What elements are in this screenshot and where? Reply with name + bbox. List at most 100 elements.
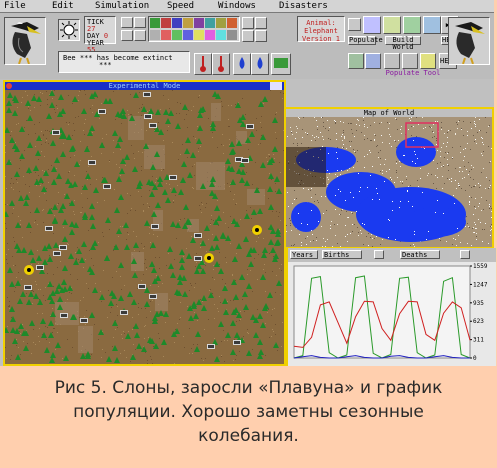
populate-button[interactable]: Populate (348, 36, 383, 45)
graph-window: Years Births Deaths 1559 1247 935 623 311 0 (286, 248, 496, 366)
soil-speck (7, 297, 8, 298)
map-speck (448, 152, 449, 153)
grid-tool-button[interactable] (384, 53, 400, 69)
film-tool-button[interactable] (402, 53, 418, 69)
soil-speck (210, 289, 211, 290)
temperature-up-button[interactable] (212, 53, 230, 75)
h2o-tool-button[interactable] (365, 53, 381, 69)
step-forward-button[interactable] (134, 17, 146, 28)
water-down-button[interactable] (233, 53, 251, 75)
elephant-icon (194, 256, 202, 261)
map-dot (428, 231, 429, 232)
light-tool-icon[interactable] (194, 30, 204, 40)
animal-select-button[interactable] (348, 18, 361, 31)
grass-tool-icon[interactable] (216, 18, 226, 28)
rain-tool-icon[interactable] (183, 30, 193, 40)
soil-speck (158, 333, 159, 334)
water-tool-icon[interactable] (172, 18, 182, 28)
tree-tool-icon[interactable] (150, 18, 160, 28)
erase-tool-icon[interactable] (227, 30, 237, 40)
rock-tool-icon[interactable] (205, 18, 215, 28)
soil-speck (157, 236, 158, 237)
terrain-button[interactable] (271, 53, 291, 75)
map-speck (307, 236, 308, 237)
world-map[interactable] (286, 117, 492, 247)
map-speck (351, 123, 352, 124)
map-speck (478, 219, 479, 220)
build-world-button[interactable]: Build World (385, 36, 421, 51)
info-button[interactable] (383, 16, 401, 34)
soil-speck (52, 98, 53, 99)
soil-speck (112, 277, 113, 278)
soil-speck (57, 332, 58, 333)
step-up-button[interactable] (121, 30, 133, 41)
menu-simulation[interactable]: Simulation (95, 0, 149, 12)
map-speck (375, 135, 376, 136)
soil-speck (18, 216, 19, 217)
temperature-down-button[interactable] (194, 53, 212, 75)
step-back-button[interactable] (121, 17, 133, 28)
soil-speck (179, 113, 180, 114)
feed-tool-icon[interactable] (172, 30, 182, 40)
animal-tool-icon[interactable] (161, 18, 171, 28)
soil-speck (170, 188, 171, 189)
select-tool-icon[interactable] (150, 30, 160, 40)
soil-speck (133, 231, 134, 232)
soil-speck (80, 160, 81, 161)
map-speck (471, 245, 472, 246)
graph-tab-deaths[interactable]: Deaths (400, 250, 440, 259)
tool-scroll-button[interactable] (242, 17, 254, 29)
soil-speck (49, 255, 50, 256)
menu-speed[interactable]: Speed (167, 0, 194, 12)
clone-tool-icon[interactable] (216, 30, 226, 40)
tool-scroll-button-3[interactable] (242, 30, 254, 42)
soil-speck (7, 326, 8, 327)
menu-disasters[interactable]: Disasters (279, 0, 328, 12)
globe-button[interactable] (423, 16, 441, 34)
terrain-view[interactable] (5, 90, 284, 364)
menu-windows[interactable]: Windows (218, 0, 256, 12)
world-button[interactable] (403, 16, 421, 34)
map-speck (396, 172, 397, 173)
message-line-2: *** (99, 61, 112, 69)
radiation-tool-button[interactable] (420, 53, 436, 69)
soil-speck (147, 111, 148, 112)
menu-file[interactable]: File (4, 0, 26, 12)
plant-tool-icon[interactable] (194, 18, 204, 28)
fire-tool-icon[interactable] (227, 18, 237, 28)
dna-button[interactable] (363, 16, 381, 34)
map-speck (370, 152, 371, 153)
deaths-dropdown[interactable] (460, 250, 470, 259)
kill-tool-icon[interactable] (161, 30, 171, 40)
graph-tab-births[interactable]: Births (322, 250, 362, 259)
map-speck (471, 169, 472, 170)
map-title: Map of World (363, 109, 415, 117)
soil-speck (205, 207, 206, 208)
map-speck (364, 135, 365, 136)
menu-edit[interactable]: Edit (52, 0, 74, 12)
map-speck (401, 126, 402, 127)
mutate-tool-icon[interactable] (205, 30, 215, 40)
map-speck (489, 125, 490, 126)
births-dropdown[interactable] (374, 250, 384, 259)
map-dot (374, 139, 375, 140)
tool-scroll-button-2[interactable] (255, 17, 267, 29)
graph-tab-years[interactable]: Years (290, 250, 318, 259)
water-up-button[interactable] (251, 53, 269, 75)
soil-speck (221, 356, 222, 357)
zoom-icon[interactable] (270, 82, 282, 90)
map-dot (414, 151, 415, 152)
step-down-button[interactable] (134, 30, 146, 41)
soil-speck (160, 109, 161, 110)
soil-speck (10, 183, 11, 184)
map-speck (489, 180, 490, 181)
map-speck (452, 158, 453, 159)
close-icon[interactable] (6, 83, 12, 89)
plant-tool-button[interactable] (348, 53, 364, 69)
map-speck (354, 151, 355, 152)
sand-tool-icon[interactable] (183, 18, 193, 28)
tool-scroll-button-4[interactable] (255, 30, 267, 42)
soil-speck (224, 361, 225, 362)
soil-speck (45, 130, 46, 131)
map-speck (473, 167, 474, 168)
